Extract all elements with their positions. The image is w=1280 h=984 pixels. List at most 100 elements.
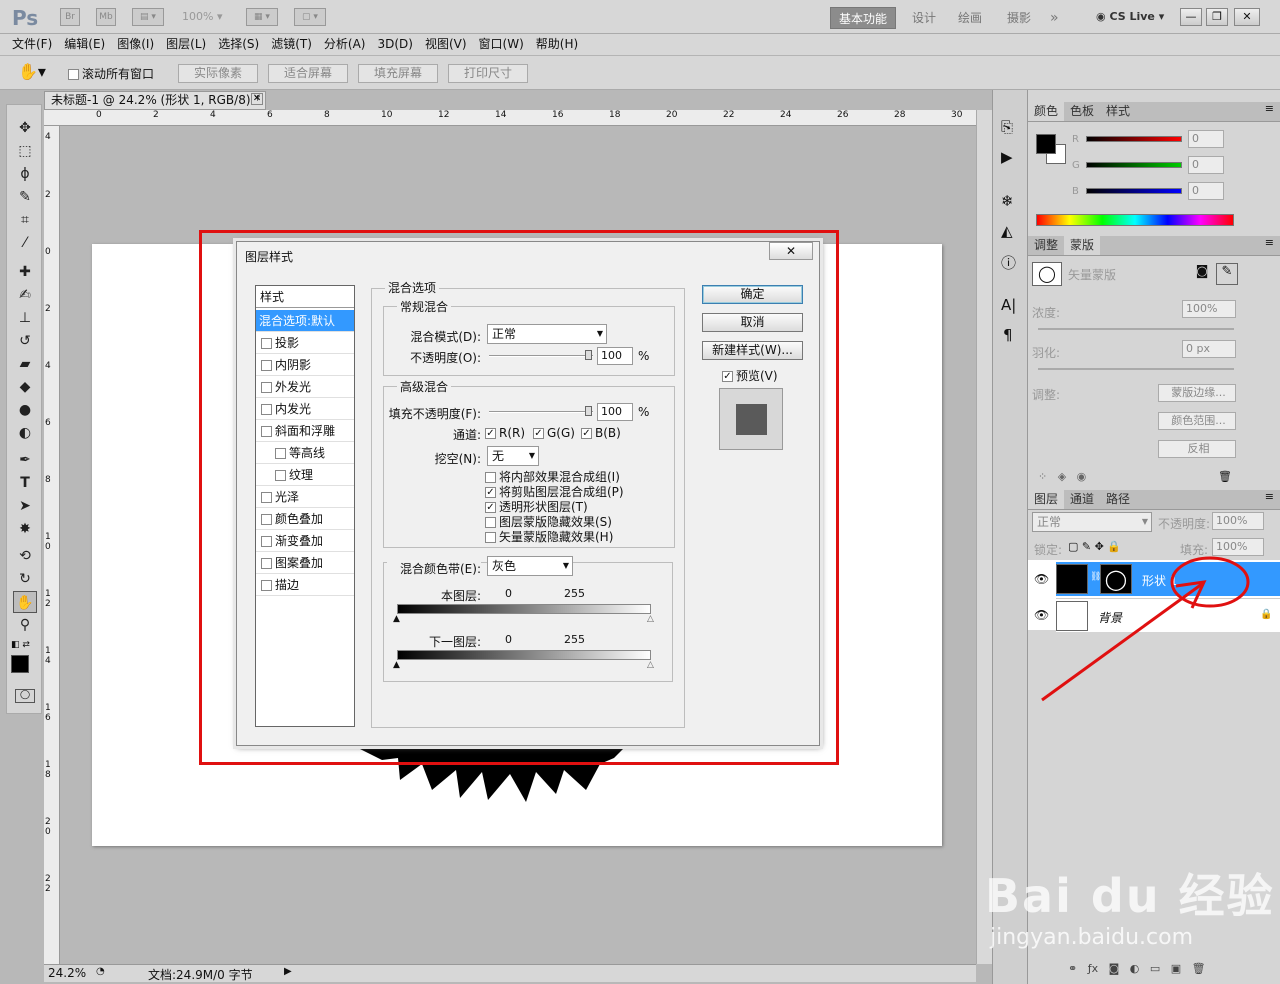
workspace-photography[interactable]: 摄影 bbox=[1007, 7, 1031, 29]
color-panel-foreground[interactable] bbox=[1036, 134, 1056, 154]
menu-window[interactable]: 窗口(W) bbox=[473, 34, 530, 55]
cs-live-menu[interactable]: ◉ CS Live ▾ bbox=[1096, 10, 1164, 23]
eraser-tool-icon[interactable]: ▰ bbox=[13, 353, 37, 375]
mini-bridge-icon[interactable]: Mb bbox=[96, 8, 116, 26]
info-panel-icon[interactable]: ⓘ bbox=[1001, 252, 1016, 273]
panel-menu-icon[interactable]: ≡ bbox=[1265, 236, 1274, 249]
lasso-tool-icon[interactable]: ϕ bbox=[13, 163, 37, 185]
close-button[interactable]: ✕ bbox=[1234, 8, 1260, 26]
status-info-icon[interactable]: ◔ bbox=[96, 966, 105, 977]
type-tool-icon[interactable]: T bbox=[13, 472, 37, 494]
menu-edit[interactable]: 编辑(E) bbox=[58, 34, 111, 55]
fit-screen-button[interactable]: 适合屏幕 bbox=[268, 64, 348, 83]
feather-input[interactable]: 0 px bbox=[1182, 340, 1236, 358]
brush-tool-icon[interactable]: ✍ bbox=[13, 284, 37, 306]
menu-help[interactable]: 帮助(H) bbox=[530, 34, 584, 55]
menu-3d[interactable]: 3D(D) bbox=[371, 34, 418, 55]
view-extras-icon[interactable]: ▤ ▾ bbox=[132, 8, 164, 26]
pixel-mask-icon[interactable]: ◙ bbox=[1192, 264, 1212, 284]
quick-select-tool-icon[interactable]: ✎ bbox=[13, 186, 37, 208]
color-range-button[interactable]: 颜色范围... bbox=[1158, 412, 1236, 430]
feather-slider[interactable] bbox=[1038, 368, 1234, 370]
bridge-icon[interactable]: Br bbox=[60, 8, 80, 26]
tab-adjustments[interactable]: 调整 bbox=[1028, 236, 1064, 255]
workspace-essentials[interactable]: 基本功能 bbox=[830, 7, 896, 29]
document-close-icon[interactable]: ✕ bbox=[251, 93, 263, 105]
blue-slider[interactable] bbox=[1086, 188, 1182, 194]
menu-analysis[interactable]: 分析(A) bbox=[318, 34, 372, 55]
tab-channels[interactable]: 通道 bbox=[1064, 490, 1100, 509]
tab-masks[interactable]: 蒙版 bbox=[1064, 236, 1101, 255]
density-slider[interactable] bbox=[1038, 328, 1234, 330]
actual-pixels-button[interactable]: 实际像素 bbox=[178, 64, 258, 83]
screen-mode-icon[interactable]: ▢ ▾ bbox=[294, 8, 326, 26]
healing-brush-tool-icon[interactable]: ✚ bbox=[13, 261, 37, 283]
menu-image[interactable]: 图像(I) bbox=[111, 34, 160, 55]
density-input[interactable]: 100% bbox=[1182, 300, 1236, 318]
actions-panel-icon[interactable]: ▶ bbox=[1001, 148, 1013, 166]
history-panel-icon[interactable]: ⎘ bbox=[1001, 118, 1013, 136]
workspace-design[interactable]: 设计 bbox=[912, 7, 936, 29]
layers-bottom-icons[interactable]: ⚭ ƒx ◙ ◐ ▭ ▣ 🗑 bbox=[1068, 962, 1206, 975]
status-menu-arrow-icon[interactable]: ▶ bbox=[284, 966, 292, 977]
arrange-documents-icon[interactable]: ▦ ▾ bbox=[246, 8, 278, 26]
layer-opacity-input[interactable]: 100% bbox=[1212, 512, 1264, 530]
tab-layers[interactable]: 图层 bbox=[1028, 490, 1065, 509]
eyedropper-tool-icon[interactable]: ⁄ bbox=[13, 232, 37, 254]
print-size-button[interactable]: 打印尺寸 bbox=[448, 64, 528, 83]
trash-icon[interactable]: 🗑 bbox=[1218, 470, 1232, 483]
stamp-tool-icon[interactable]: ⊥ bbox=[13, 307, 37, 329]
green-value-input[interactable]: 0 bbox=[1188, 156, 1224, 174]
zoom-level-select[interactable]: 100% ▾ bbox=[182, 10, 222, 23]
history-brush-tool-icon[interactable]: ↺ bbox=[13, 330, 37, 352]
mask-edge-button[interactable]: 蒙版边缘... bbox=[1158, 384, 1236, 402]
tab-paths[interactable]: 路径 bbox=[1100, 490, 1136, 509]
marquee-tool-icon[interactable]: ⬚ bbox=[13, 140, 37, 162]
mask-bottom-icons[interactable]: ⁘ ◈ ◉ bbox=[1038, 470, 1086, 483]
3d-rotate-tool-icon[interactable]: ⟲ bbox=[13, 545, 37, 567]
panel-menu-icon[interactable]: ≡ bbox=[1265, 102, 1274, 115]
document-tab[interactable]: 未标题-1 @ 24.2% (形状 1, RGB/8) * ✕ bbox=[44, 91, 266, 110]
invert-button[interactable]: 反相 bbox=[1158, 440, 1236, 458]
hand-tool-icon[interactable]: ✋ bbox=[13, 591, 37, 613]
vertical-scrollbar[interactable] bbox=[976, 110, 992, 964]
vector-mask-icon[interactable]: ✎ bbox=[1216, 263, 1238, 285]
red-slider[interactable] bbox=[1086, 136, 1182, 142]
blur-tool-icon[interactable]: ● bbox=[13, 399, 37, 421]
menu-file[interactable]: 文件(F) bbox=[6, 34, 58, 55]
blue-value-input[interactable]: 0 bbox=[1188, 182, 1224, 200]
panel-menu-icon[interactable]: ≡ bbox=[1265, 490, 1274, 503]
paint-bucket-tool-icon[interactable]: ◆ bbox=[13, 376, 37, 398]
move-tool-icon[interactable]: ✥ bbox=[13, 117, 37, 139]
minimize-button[interactable]: — bbox=[1180, 8, 1202, 26]
zoom-tool-icon[interactable]: ⚲ bbox=[13, 614, 37, 636]
menu-layer[interactable]: 图层(L) bbox=[160, 34, 212, 55]
paragraph-panel-icon[interactable]: ¶ bbox=[1003, 326, 1013, 344]
zoom-indicator[interactable]: 24.2% bbox=[48, 966, 86, 980]
more-workspaces-icon[interactable]: » bbox=[1050, 7, 1059, 29]
histogram-panel-icon[interactable]: ◭ bbox=[1001, 222, 1013, 240]
path-selection-tool-icon[interactable]: ➤ bbox=[13, 495, 37, 517]
workspace-painting[interactable]: 绘画 bbox=[958, 7, 982, 29]
red-value-input[interactable]: 0 bbox=[1188, 130, 1224, 148]
3d-orbit-tool-icon[interactable]: ↻ bbox=[13, 568, 37, 590]
menu-select[interactable]: 选择(S) bbox=[212, 34, 265, 55]
foreground-color-swatch[interactable] bbox=[11, 655, 29, 673]
layer-blend-mode-select[interactable]: 正常 ▼ bbox=[1032, 512, 1152, 532]
color-spectrum-bar[interactable] bbox=[1036, 214, 1234, 226]
menu-filter[interactable]: 滤镜(T) bbox=[265, 34, 318, 55]
restore-button[interactable]: ❐ bbox=[1206, 8, 1228, 26]
tab-color[interactable]: 颜色 bbox=[1028, 102, 1065, 121]
default-colors-icon[interactable]: ◧ ⇄ bbox=[11, 640, 30, 650]
character-panel-icon[interactable]: A| bbox=[1001, 296, 1016, 314]
fill-screen-button[interactable]: 填充屏幕 bbox=[358, 64, 438, 83]
hand-tool-preset-icon[interactable]: ✋▾ bbox=[18, 62, 46, 81]
shape-tool-icon[interactable]: ✸ bbox=[13, 518, 37, 540]
menu-view[interactable]: 视图(V) bbox=[419, 34, 473, 55]
green-slider[interactable] bbox=[1086, 162, 1182, 168]
tab-swatches[interactable]: 色板 bbox=[1064, 102, 1100, 121]
crop-tool-icon[interactable]: ⌗ bbox=[13, 209, 37, 231]
dodge-tool-icon[interactable]: ◐ bbox=[13, 422, 37, 444]
scroll-all-windows-checkbox[interactable]: 滚动所有窗口 bbox=[68, 65, 154, 82]
quick-mask-icon[interactable]: ◯ bbox=[15, 689, 35, 703]
